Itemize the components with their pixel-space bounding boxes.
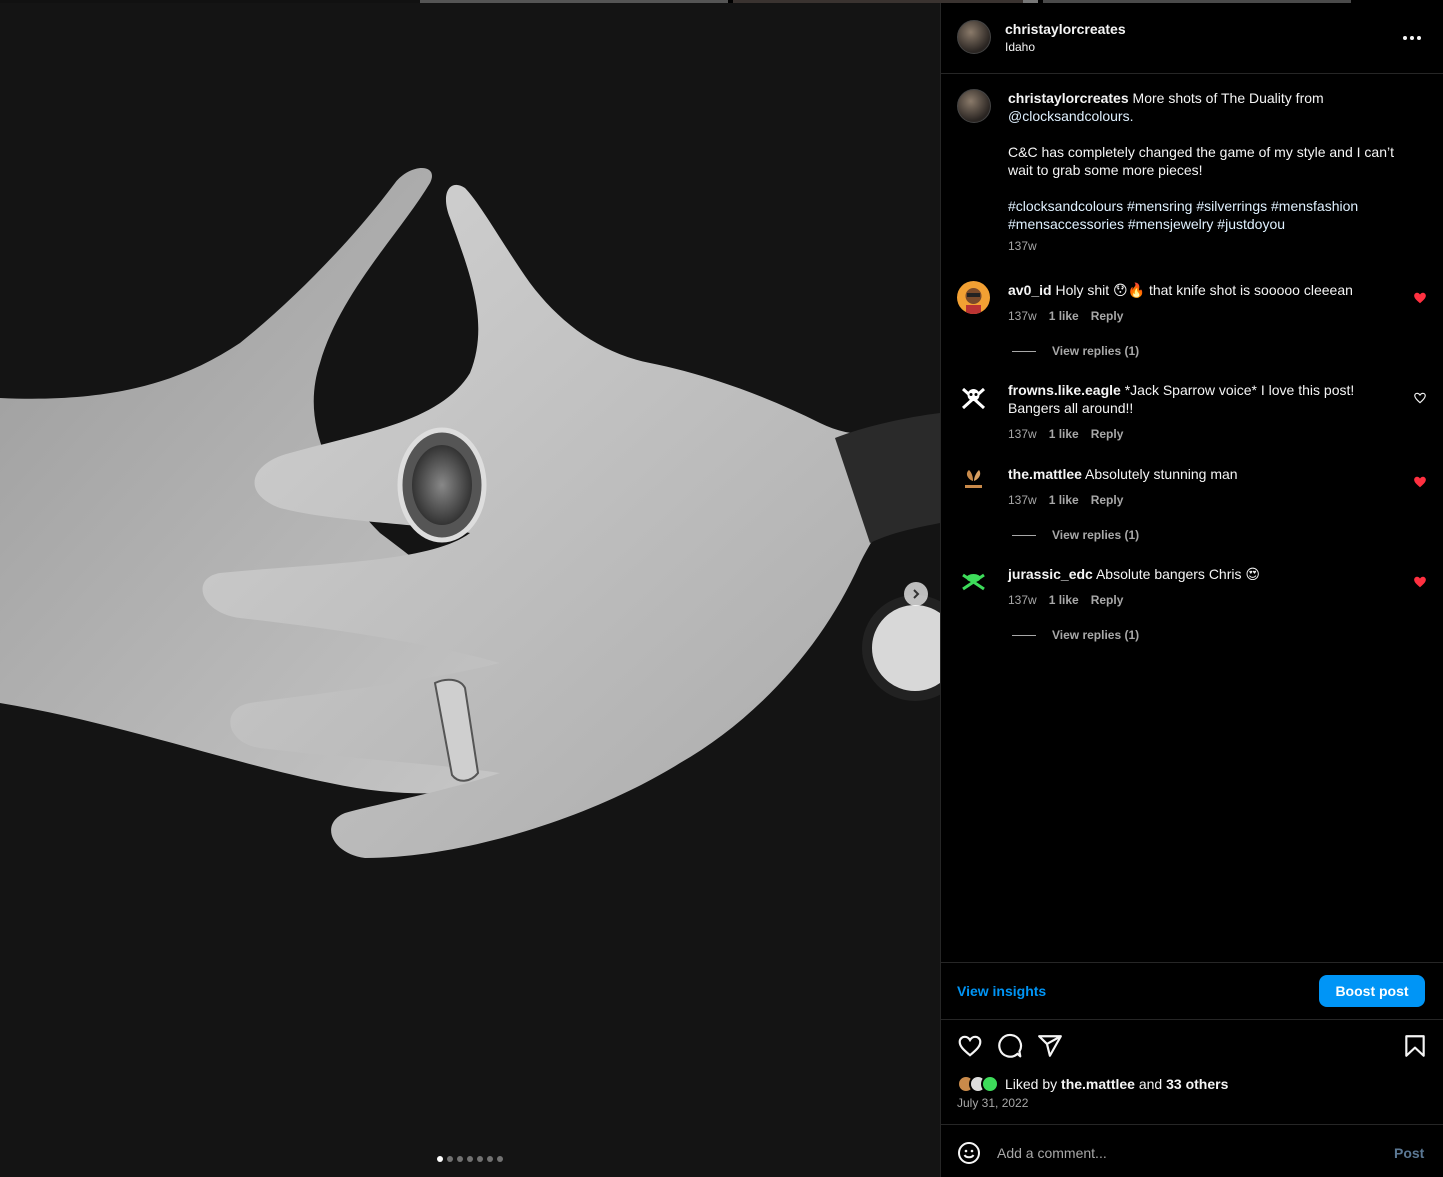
post-photo [0,3,940,1177]
comment-time: 137w [1008,493,1037,507]
likes-first-user[interactable]: the.mattlee [1061,1076,1135,1092]
comment-icon[interactable] [997,1033,1023,1059]
boost-post-button[interactable]: Boost post [1319,975,1425,1007]
carousel-dot [457,1156,463,1162]
heart-filled-icon[interactable] [1413,291,1427,305]
author-username[interactable]: christaylorcreates [1005,21,1126,37]
commenter-avatar[interactable] [957,381,990,414]
post-actions [941,1033,1443,1063]
comment-time: 137w [1008,593,1037,607]
comment-username[interactable]: frowns.like.eagle [1008,382,1121,398]
comment-text: Holy shit 😯🔥 that knife shot is sooooo c… [1055,282,1353,298]
heart-filled-icon[interactable] [1413,475,1427,489]
add-comment-bar: Post [941,1124,1443,1177]
carousel-dot [487,1156,493,1162]
commenter-avatar[interactable] [957,565,990,598]
carousel-indicator [437,1156,503,1162]
comment-username[interactable]: av0_id [1008,282,1052,298]
comment-likes[interactable]: 1 like [1049,593,1079,607]
bookmark-icon[interactable] [1402,1033,1428,1059]
comment-text: Absolutely stunning man [1085,466,1238,482]
heart-filled-icon[interactable] [1413,575,1427,589]
caption-timestamp: 137w [1008,239,1037,253]
comment-time: 137w [1008,309,1037,323]
caption-hashtags[interactable]: #clocksandcolours #mensring #silverrings… [1008,197,1418,233]
send-icon[interactable] [1037,1033,1063,1059]
hands-with-rings-image [0,3,940,1177]
view-insights-link[interactable]: View insights [957,983,1046,999]
carousel-dot [477,1156,483,1162]
view-replies-button[interactable]: View replies (1) [1012,528,1139,542]
carousel-dot [447,1156,453,1162]
carousel-dot [467,1156,473,1162]
more-horizontal-icon[interactable] [1397,29,1427,47]
carousel-dot [437,1156,443,1162]
carousel-dot [497,1156,503,1162]
heart-icon[interactable] [957,1033,983,1059]
post-location[interactable]: Idaho [1005,40,1035,54]
likes-and: and [1138,1076,1163,1092]
commenter-avatar[interactable] [957,465,990,498]
caption-text: More shots of The Duality from [1132,90,1324,106]
comment-likes[interactable]: 1 like [1049,309,1079,323]
caption-author-avatar[interactable] [957,89,991,123]
author-avatar[interactable] [957,20,991,54]
comment-text: Absolute bangers Chris 😍 [1095,566,1260,582]
commenter-avatar[interactable] [957,281,990,314]
likes-others-link[interactable]: 33 others [1166,1076,1228,1092]
reply-button[interactable]: Reply [1091,593,1124,607]
reply-button[interactable]: Reply [1091,493,1124,507]
insights-bar: View insights Boost post [941,962,1443,1020]
post-header: christaylorcreates Idaho [941,3,1443,74]
comment-likes[interactable]: 1 like [1049,427,1079,441]
caption-paragraph: C&C has completely changed the game of m… [1008,144,1394,178]
caption-mention-link[interactable]: @clocksandcolours. [1008,108,1134,124]
post-date: July 31, 2022 [957,1096,1029,1110]
reply-button[interactable]: Reply [1091,309,1124,323]
chevron-right-icon [913,589,920,599]
reply-button[interactable]: Reply [1091,427,1124,441]
comment-time: 137w [1008,427,1037,441]
view-replies-button[interactable]: View replies (1) [1012,628,1139,642]
heart-outline-icon[interactable] [1413,391,1427,405]
comment-input[interactable] [997,1139,1377,1167]
post-comment-button[interactable]: Post [1394,1145,1424,1161]
likes-summary: Liked by the.mattlee and 33 others [957,1073,1228,1095]
likes-prefix: Liked by [1005,1076,1058,1092]
comment-username[interactable]: the.mattlee [1008,466,1082,482]
view-replies-button[interactable]: View replies (1) [1012,344,1139,358]
comment-likes[interactable]: 1 like [1049,493,1079,507]
comment-username[interactable]: jurassic_edc [1008,566,1093,582]
carousel-next-button[interactable] [904,582,928,606]
post-details-panel: christaylorcreates Idaho christaylorcrea… [940,3,1443,1177]
liker-avatar [981,1075,999,1093]
caption-username[interactable]: christaylorcreates [1008,90,1129,106]
emoji-icon[interactable] [957,1141,981,1165]
